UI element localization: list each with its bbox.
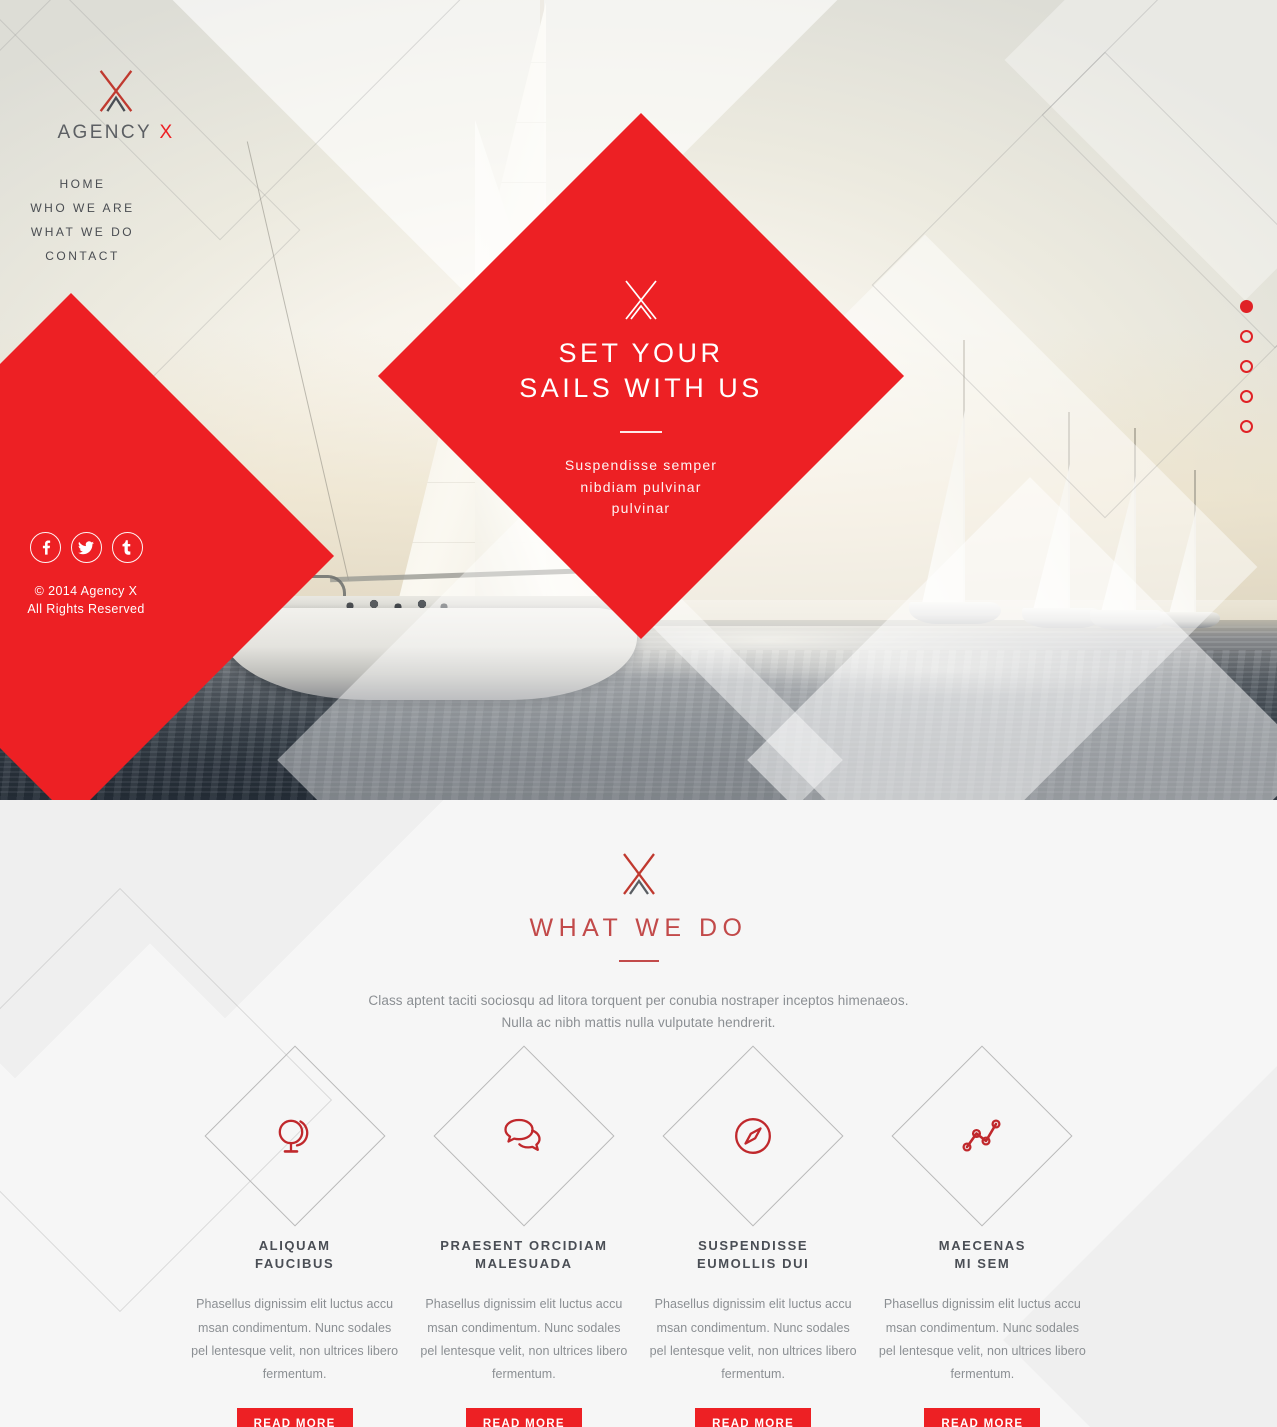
twitter-glyph — [78, 540, 94, 554]
facebook-glyph — [42, 540, 50, 555]
hero-subtitle: Suspendisse semper nibdiam pulvinar pulv… — [564, 457, 718, 517]
section-title: WHAT WE DO — [529, 914, 748, 942]
nav-item-home[interactable]: HOME — [0, 172, 165, 196]
hero-divider — [620, 431, 662, 434]
slider-dot-1[interactable] — [1240, 300, 1253, 313]
brand-name: AGENCY X — [26, 122, 206, 144]
facebook-icon[interactable] — [29, 532, 61, 563]
service-card-title: MAECENAS MI SEM — [938, 1237, 1026, 1271]
tumblr-icon[interactable] — [111, 532, 143, 563]
slider-pagination — [1240, 300, 1253, 450]
agency-x-logo-icon — [99, 70, 133, 112]
nav-item-who-we-are[interactable]: WHO WE ARE — [0, 196, 165, 220]
agency-x-logo-icon — [622, 853, 655, 895]
service-cards: ALIQUAM FAUCIBUS Phasellus dignissim eli… — [0, 1045, 1277, 1427]
section-header: WHAT WE DO Class aptent taciti sociosqu … — [0, 800, 1277, 1035]
nav-item-what-we-do[interactable]: WHAT WE DO — [0, 220, 165, 244]
social-block: © 2014 Agency X All Rights Reserved — [20, 532, 152, 619]
service-card-body: Phasellus dignissim elit luctus accu msa… — [420, 1297, 628, 1381]
service-card: ALIQUAM FAUCIBUS Phasellus dignissim eli… — [180, 1045, 409, 1427]
slider-dot-4[interactable] — [1240, 390, 1253, 403]
tumblr-glyph — [122, 540, 131, 555]
section-inner: WHAT WE DO Class aptent taciti sociosqu … — [0, 800, 1277, 1427]
slider-dot-5[interactable] — [1240, 420, 1253, 433]
hero-content: SET YOUR SAILS WITH US Suspendisse sempe… — [486, 280, 796, 520]
service-card: SUSPENDISSE EUMOLLIS DUI Phasellus digni… — [639, 1045, 868, 1427]
agency-x-logo-icon — [625, 280, 657, 320]
read-more-button[interactable]: READ MORE — [236, 1407, 353, 1427]
service-icon-frame — [433, 1045, 615, 1227]
hero-section: AGENCY X HOME WHO WE ARE WHAT WE DO CONT… — [0, 0, 1277, 800]
read-more-button[interactable]: READ MORE — [924, 1407, 1041, 1427]
service-card-title: PRAESENT ORCIDIAM MALESUADA — [440, 1237, 608, 1271]
slider-dot-3[interactable] — [1240, 360, 1253, 373]
nav-item-contact[interactable]: CONTACT — [0, 244, 165, 268]
speech-bubbles-icon — [504, 1118, 541, 1151]
twitter-icon[interactable] — [70, 532, 102, 563]
service-card-body: Phasellus dignissim elit luctus accu msa… — [649, 1297, 857, 1381]
service-card: MAECENAS MI SEM Phasellus dignissim elit… — [868, 1045, 1097, 1427]
service-icon-frame — [662, 1045, 844, 1227]
hero-title: SET YOUR SAILS WITH US — [519, 338, 763, 403]
service-icon-frame — [891, 1045, 1073, 1227]
service-card: PRAESENT ORCIDIAM MALESUADA Phasellus di… — [409, 1045, 638, 1427]
compass-icon — [735, 1117, 772, 1154]
page-root: AGENCY X HOME WHO WE ARE WHAT WE DO CONT… — [0, 0, 1277, 1427]
section-lead-text: Class aptent taciti sociosqu ad litora t… — [368, 993, 909, 1031]
copyright-text: © 2014 Agency X All Rights Reserved — [27, 584, 145, 616]
section-divider — [618, 960, 659, 962]
brand-logo[interactable]: AGENCY X — [26, 68, 206, 144]
service-card-body: Phasellus dignissim elit luctus accu msa… — [191, 1297, 399, 1381]
what-we-do-section: WHAT WE DO Class aptent taciti sociosqu … — [0, 800, 1277, 1427]
main-navigation: HOME WHO WE ARE WHAT WE DO CONTACT — [0, 172, 165, 268]
service-card-title: ALIQUAM FAUCIBUS — [255, 1237, 335, 1271]
brand-name-main: AGENCY — [57, 122, 152, 143]
service-card-title: SUSPENDISSE EUMOLLIS DUI — [696, 1237, 810, 1271]
read-more-button[interactable]: READ MORE — [695, 1407, 812, 1427]
line-chart-icon — [962, 1118, 1001, 1152]
social-links — [20, 532, 152, 563]
slider-dot-2[interactable] — [1240, 330, 1253, 343]
read-more-button[interactable]: READ MORE — [465, 1407, 582, 1427]
globe-icon — [278, 1119, 308, 1153]
service-icon-frame — [204, 1045, 386, 1227]
service-card-body: Phasellus dignissim elit luctus accu msa… — [878, 1297, 1086, 1381]
brand-name-accent: X — [159, 122, 175, 143]
